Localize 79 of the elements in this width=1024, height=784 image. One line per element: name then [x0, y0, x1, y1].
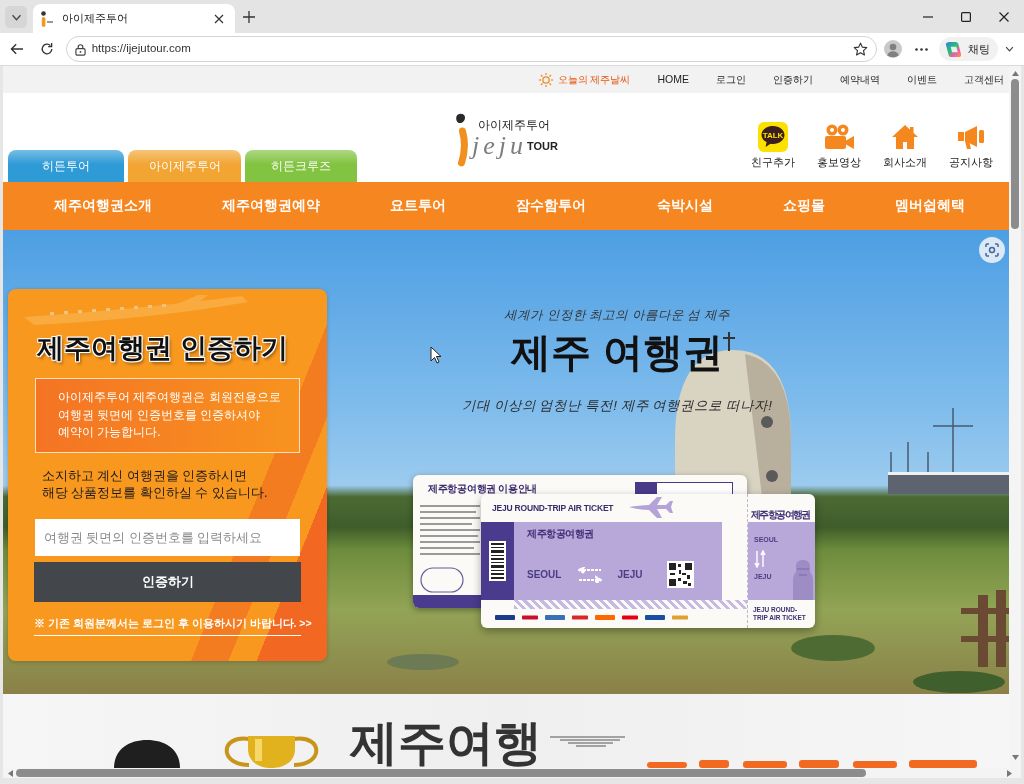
browser-tab[interactable]: 아이제주투어	[33, 4, 235, 33]
lock-icon	[74, 42, 86, 56]
scroll-up-arrow-icon[interactable]	[1011, 71, 1019, 76]
hero-subtitle: 세계가 인정한 최고의 아름다운 섬 제주	[504, 307, 730, 324]
quick-link[interactable]: 회사소개	[872, 121, 938, 171]
close-icon	[999, 11, 1009, 22]
airline-logo-icon	[572, 615, 588, 620]
speed-lines-icon	[550, 736, 625, 748]
card-description: 소지하고 계신 여행권을 인증하시면 해당 상품정보를 확인하실 수 있습니다.	[41, 468, 269, 502]
top-menu-link[interactable]: 고객센터	[964, 72, 1004, 87]
stone-statue-icon	[791, 560, 815, 600]
ticket-header-text: JEJU ROUND-TRIP AIR TICKET	[492, 501, 614, 515]
top-menu-link[interactable]: HOME	[657, 71, 689, 88]
airline-logo-icon	[522, 615, 538, 620]
origin-city: SEOUL	[527, 568, 562, 582]
stub-ticket-name: 제주항공여행권	[750, 509, 811, 521]
airline-logo-icon	[672, 615, 688, 620]
mouse-cursor-icon	[430, 346, 442, 364]
house-icon	[891, 123, 919, 150]
visual-search-button[interactable]	[979, 237, 1005, 263]
plus-icon	[243, 11, 255, 23]
scroll-left-arrow-icon[interactable]	[8, 769, 13, 777]
scroll-down-arrow-icon[interactable]	[1011, 755, 1019, 760]
two-way-arrows-icon	[578, 566, 603, 583]
verify-button[interactable]: 인증하기	[34, 562, 301, 602]
close-icon	[214, 13, 224, 24]
sun-icon	[537, 71, 554, 88]
reload-icon	[39, 42, 54, 56]
back-arrow-icon	[9, 43, 24, 55]
airline-logo-icon	[645, 615, 665, 620]
logo-mark-icon	[454, 113, 470, 167]
top-menu-link[interactable]: 로그인	[716, 72, 746, 87]
hero-headline: 제주 여행권	[511, 329, 723, 376]
quick-link[interactable]: 홍보영상	[806, 121, 872, 171]
ticket-guide-title: 제주항공여행권 이용안내	[428, 482, 538, 495]
airline-logo-icon	[595, 615, 615, 620]
chevron-down-icon	[10, 13, 22, 21]
chat-button[interactable]: 채팅	[939, 37, 999, 61]
address-bar[interactable]: https://ijejutour.com	[65, 36, 878, 62]
chevron-down-icon	[1004, 46, 1014, 52]
hero-tagline: 기대 이상의 엄청난 특전! 제주 여행권으로 떠나자!	[462, 397, 772, 415]
tab-list-button[interactable]	[5, 6, 27, 28]
stamp-outline-icon	[420, 567, 464, 593]
banner-title: 제주여행	[350, 718, 542, 768]
maximize-icon	[961, 11, 971, 22]
weather-link[interactable]: 오늘의 제주날씨	[537, 71, 631, 88]
quick-link[interactable]: 공지사항	[938, 121, 1004, 171]
assistant-icon	[945, 40, 963, 58]
destination-city: JEJU	[617, 568, 643, 582]
airline-logo-icon	[545, 615, 565, 620]
up-down-arrows-icon	[754, 549, 766, 568]
favorite-button[interactable]	[853, 41, 869, 57]
minimize-icon	[923, 15, 933, 18]
card-title: 제주여행권 인증하기	[37, 332, 289, 365]
auth-code-input[interactable]: 여행권 뒷면의 인증번호를 입력하세요	[35, 519, 300, 556]
scrollbar-thumb[interactable]	[16, 769, 866, 777]
vertical-scrollbar[interactable]	[1009, 66, 1021, 768]
airline-logo-icon	[495, 615, 515, 620]
membership-notice: 아이제주투어 제주여행권은 회원전용으로 여행권 뒷면에 인증번호를 인증하셔야 예약이 가능합니다.	[35, 378, 300, 453]
more-icon	[914, 47, 928, 51]
star-icon	[853, 41, 869, 57]
top-menu-link[interactable]: 예약내역	[840, 72, 880, 87]
visual-search-icon	[979, 237, 1005, 263]
avatar-icon	[884, 40, 903, 58]
scrollbar-thumb[interactable]	[1011, 79, 1019, 229]
chat-app-icon: TALK	[758, 121, 788, 152]
top-menu-link[interactable]: 이벤트	[907, 72, 937, 87]
site-favicon-icon	[40, 10, 53, 27]
airline-logo-icon	[622, 615, 638, 620]
qr-code-icon	[667, 561, 695, 588]
quick-link[interactable]: TALK 친구추가	[740, 121, 806, 171]
megaphone-icon	[956, 123, 986, 150]
scroll-right-arrow-icon[interactable]	[1007, 769, 1012, 777]
barcode-icon	[489, 541, 506, 581]
horizontal-scrollbar[interactable]	[3, 768, 1021, 778]
video-camera-icon	[823, 123, 855, 150]
ticket-name: 제주항공여행권	[527, 528, 595, 540]
bush-drawing	[387, 654, 459, 670]
top-menu-link[interactable]: 인증하기	[773, 72, 813, 87]
